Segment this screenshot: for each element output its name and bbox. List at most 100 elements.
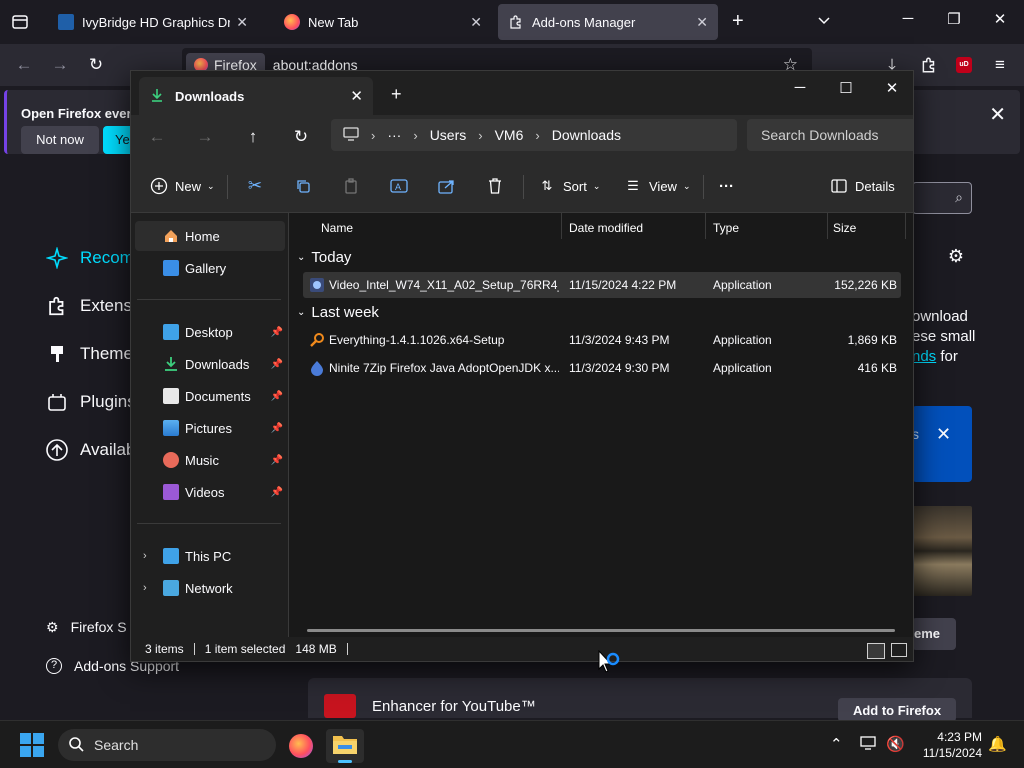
copy-icon[interactable] [293,175,313,197]
pin-icon[interactable]: 📌 [271,423,283,434]
view-button[interactable]: ☰ View ⌄ [623,175,690,197]
details-button[interactable]: Details [829,175,895,197]
chevron-right-icon[interactable]: › [371,128,375,143]
ublock-icon[interactable]: uD [956,57,972,73]
taskbar-firefox[interactable] [282,729,320,763]
nav-item-this-pc[interactable]: › This PC [135,541,285,571]
category-plugins[interactable]: Plugins [44,386,136,418]
breadcrumb-more[interactable]: ··· [387,127,401,143]
nav-item-music[interactable]: Music 📌 [135,445,285,475]
up-arrow-icon[interactable]: ↑ [241,127,265,147]
system-clock[interactable]: 4:23 PM 11/15/2024 [912,729,982,761]
forward-arrow-icon[interactable]: → [193,127,217,147]
cut-icon[interactable]: ✂ [245,175,265,197]
close-icon[interactable]: ✕ [470,14,482,31]
group-header-today[interactable]: ⌄ Today [297,249,351,266]
minimize-icon[interactable]: ─ [896,10,920,27]
pin-icon[interactable]: 📌 [271,487,283,498]
add-to-firefox-button[interactable]: Add to Firefox [838,698,956,722]
nav-item-home[interactable]: Home [135,221,285,251]
new-tab-button[interactable]: + [732,10,744,33]
new-tab-button[interactable]: + [391,84,402,105]
taskbar-file-explorer[interactable] [326,729,364,763]
explorer-tab-downloads[interactable]: Downloads ✕ [139,77,373,115]
close-window-icon[interactable]: ✕ [988,10,1012,28]
nav-item-network[interactable]: › Network [135,573,285,603]
delete-icon[interactable] [485,175,505,197]
menu-icon[interactable]: ≡ [988,54,1012,76]
file-row[interactable]: Everything-1.4.1.1026.x64-Setup 11/3/202… [303,327,901,353]
restore-icon[interactable]: ❐ [942,10,966,28]
minimize-icon[interactable]: ─ [785,79,815,96]
windows-start-icon[interactable] [20,733,44,757]
column-header-date[interactable]: Date modified [569,221,643,235]
chevron-right-icon[interactable]: › [478,128,482,143]
file-row[interactable]: Video_Intel_W74_X11_A02_Setup_76RR4_... … [303,272,901,298]
rename-icon[interactable]: A [389,175,409,197]
breadcrumb-vm6[interactable]: VM6 [495,127,524,143]
monitor-icon[interactable] [343,126,359,144]
intro-link[interactable]: nds [912,348,936,365]
gear-icon[interactable]: ⚙ [938,246,974,272]
close-icon[interactable]: ✕ [350,87,363,105]
horizontal-scrollbar[interactable] [307,629,895,632]
forward-arrow-icon[interactable]: → [48,54,72,76]
firefox-settings-link[interactable]: ⚙ Firefox S [46,616,127,638]
close-window-icon[interactable]: ✕ [877,79,907,97]
notification-bell-icon[interactable]: 🔔 [988,735,1007,753]
nav-item-downloads[interactable]: Downloads 📌 [135,349,285,379]
nav-item-documents[interactable]: Documents 📌 [135,381,285,411]
category-themes[interactable]: Themes [44,338,141,370]
group-header-last-week[interactable]: ⌄ Last week [297,304,379,321]
nav-item-gallery[interactable]: Gallery [135,253,285,283]
share-icon[interactable] [437,175,457,197]
not-now-button[interactable]: Not now [21,126,99,154]
breadcrumb-downloads[interactable]: Downloads [552,127,621,143]
tab-addons-manager[interactable]: Add-ons Manager ✕ [498,4,718,40]
paste-icon[interactable] [341,175,361,197]
search-downloads-input[interactable]: Search Downloads [747,119,913,151]
close-icon[interactable]: ✕ [696,14,708,31]
new-button[interactable]: New ⌄ [149,175,215,197]
close-icon[interactable]: ✕ [989,102,1006,127]
chevron-right-icon[interactable]: › [143,582,147,594]
network-status-icon[interactable] [860,735,878,755]
file-row[interactable]: Ninite 7Zip Firefox Java AdoptOpenJDK x.… [303,355,901,381]
addons-search-input[interactable]: ⌕ [912,182,972,214]
column-header-size[interactable]: Size [833,221,856,235]
pin-icon[interactable]: 📌 [271,359,283,370]
column-header-name[interactable]: Name [321,221,353,235]
pin-icon[interactable]: 📌 [271,391,283,402]
tab-ivybridge[interactable]: IvyBridge HD Graphics Driver | D ✕ [48,4,258,40]
column-header-type[interactable]: Type [713,221,739,235]
sort-button[interactable]: ⇅ Sort ⌄ [537,175,601,197]
chevron-up-icon[interactable]: ⌃ [830,735,843,753]
close-icon[interactable]: ✕ [936,424,951,445]
tab-list-icon[interactable] [10,12,30,32]
reload-icon[interactable]: ↻ [84,54,108,76]
nav-item-desktop[interactable]: Desktop 📌 [135,317,285,347]
nav-item-pictures[interactable]: Pictures 📌 [135,413,285,443]
large-icons-view-icon[interactable] [891,643,907,657]
details-view-icon[interactable] [867,643,885,659]
chevron-right-icon[interactable]: › [143,550,147,562]
more-options-button[interactable]: ··· [719,175,734,197]
category-available-updates[interactable]: Availab [44,434,135,466]
taskbar-search[interactable]: Search [58,729,276,761]
back-arrow-icon[interactable]: ← [12,54,36,76]
theme-preview-image[interactable] [912,506,972,596]
theme-button[interactable]: eme [912,618,956,650]
chevron-down-icon[interactable] [816,12,832,33]
back-arrow-icon[interactable]: ← [145,127,169,147]
pin-icon[interactable]: 📌 [271,327,283,338]
breadcrumb-users[interactable]: Users [430,127,467,143]
addon-title[interactable]: Enhancer for YouTube™ [372,698,536,715]
tab-new-tab[interactable]: New Tab ✕ [274,4,492,40]
address-bar[interactable]: › ··· › Users › VM6 › Downloads [331,119,737,151]
maximize-icon[interactable]: ☐ [831,79,861,97]
close-icon[interactable]: ✕ [236,14,248,31]
refresh-icon[interactable]: ↻ [289,127,313,147]
chevron-right-icon[interactable]: › [413,128,417,143]
nav-item-videos[interactable]: Videos 📌 [135,477,285,507]
extensions-icon[interactable] [920,56,938,79]
